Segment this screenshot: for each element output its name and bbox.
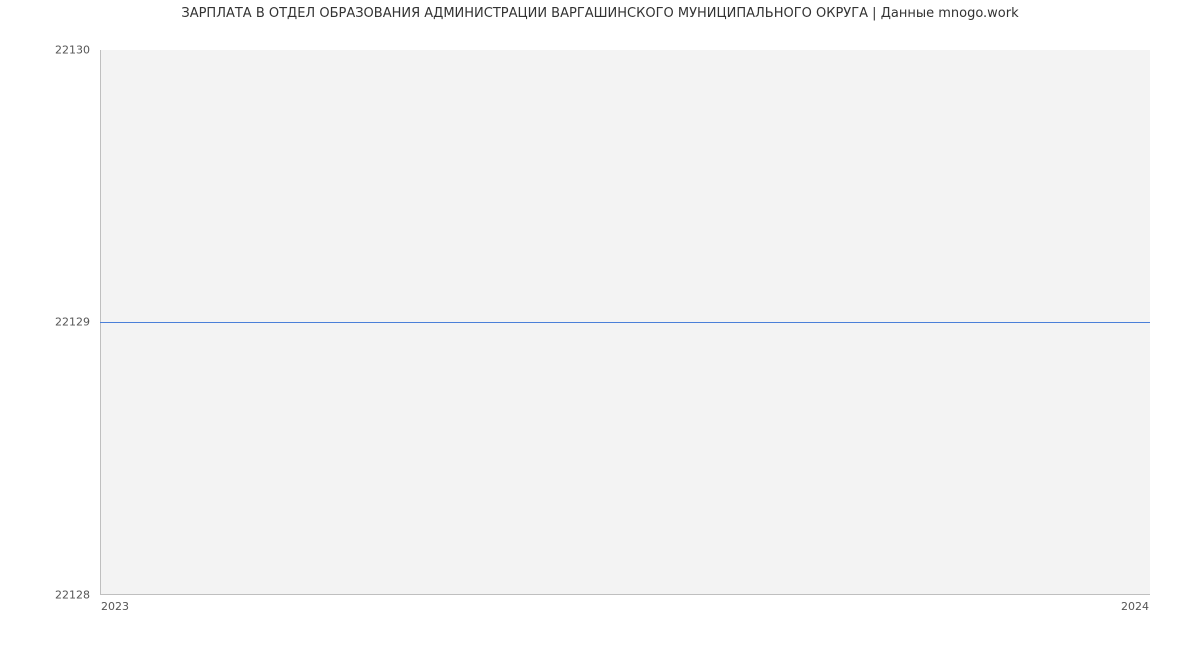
ytick-0: 22128 xyxy=(0,589,90,602)
ytick-2: 22130 xyxy=(0,44,90,57)
xtick-0: 2023 xyxy=(101,600,129,613)
data-line-salary xyxy=(100,322,1150,323)
chart-title: ЗАРПЛАТА В ОТДЕЛ ОБРАЗОВАНИЯ АДМИНИСТРАЦ… xyxy=(0,6,1200,21)
ytick-1: 22129 xyxy=(0,316,90,329)
salary-chart: ЗАРПЛАТА В ОТДЕЛ ОБРАЗОВАНИЯ АДМИНИСТРАЦ… xyxy=(0,0,1200,650)
xtick-1: 2024 xyxy=(1121,600,1149,613)
